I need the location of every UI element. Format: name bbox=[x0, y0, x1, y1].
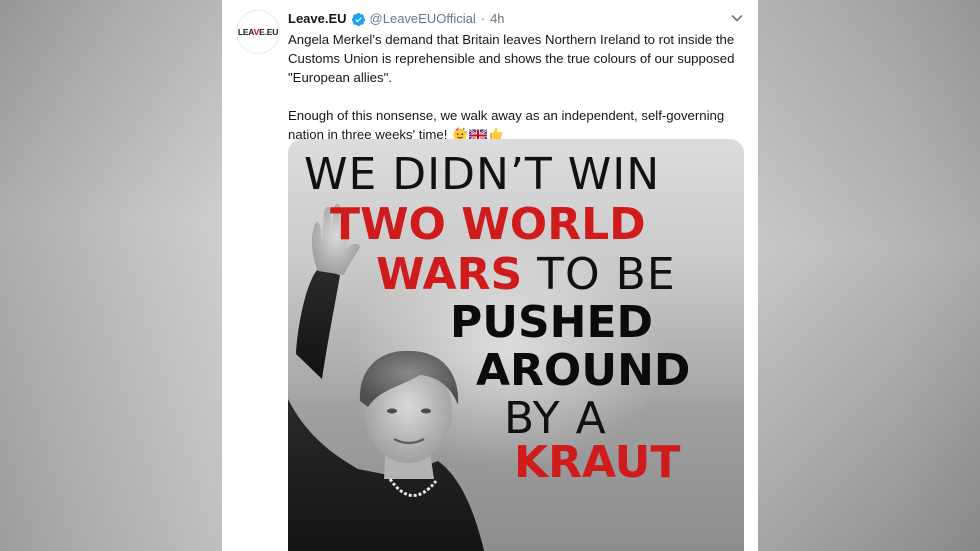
poster-line-5: AROUND bbox=[476, 345, 691, 396]
poster-line-4: PUSHED bbox=[450, 297, 654, 348]
separator-dot: · bbox=[480, 11, 486, 26]
poster-line-2: TWO WORLD bbox=[330, 199, 646, 250]
poster-line-6: BY A bbox=[504, 393, 607, 444]
poster-line-3-black: TO BE bbox=[522, 249, 676, 300]
user-handle[interactable]: @LeaveEUOfficial bbox=[370, 10, 476, 28]
tweet-card[interactable]: LEAVE.EU Leave.EU @LeaveEUOfficial · 4h … bbox=[222, 0, 758, 551]
avatar-logo: LEAVE.EU bbox=[237, 27, 279, 37]
timestamp[interactable]: 4h bbox=[490, 10, 504, 28]
chevron-down-icon[interactable] bbox=[730, 11, 744, 25]
background-left-blur bbox=[0, 0, 222, 551]
tweet-header: Leave.EU @LeaveEUOfficial · 4h bbox=[288, 9, 744, 29]
display-name[interactable]: Leave.EU bbox=[288, 10, 347, 28]
tweet-paragraph-1: Angela Merkel’s demand that Britain leav… bbox=[288, 32, 735, 85]
poster-line-7: KRAUT bbox=[514, 437, 681, 488]
avatar[interactable]: LEAVE.EU bbox=[236, 10, 280, 54]
poster-line-3-red: WARS bbox=[376, 249, 523, 300]
tweet-media-image[interactable]: WE DIDN’T WIN TWO WORLD WARS TO BE PUSHE… bbox=[288, 139, 744, 551]
poster-line-1: WE DIDN’T WIN bbox=[304, 149, 661, 200]
poster-line-3: WARS TO BE bbox=[376, 251, 676, 299]
tweet-body: Angela Merkel’s demand that Britain leav… bbox=[288, 30, 746, 147]
verified-badge-icon bbox=[351, 12, 366, 27]
background-right-blur bbox=[758, 0, 980, 551]
